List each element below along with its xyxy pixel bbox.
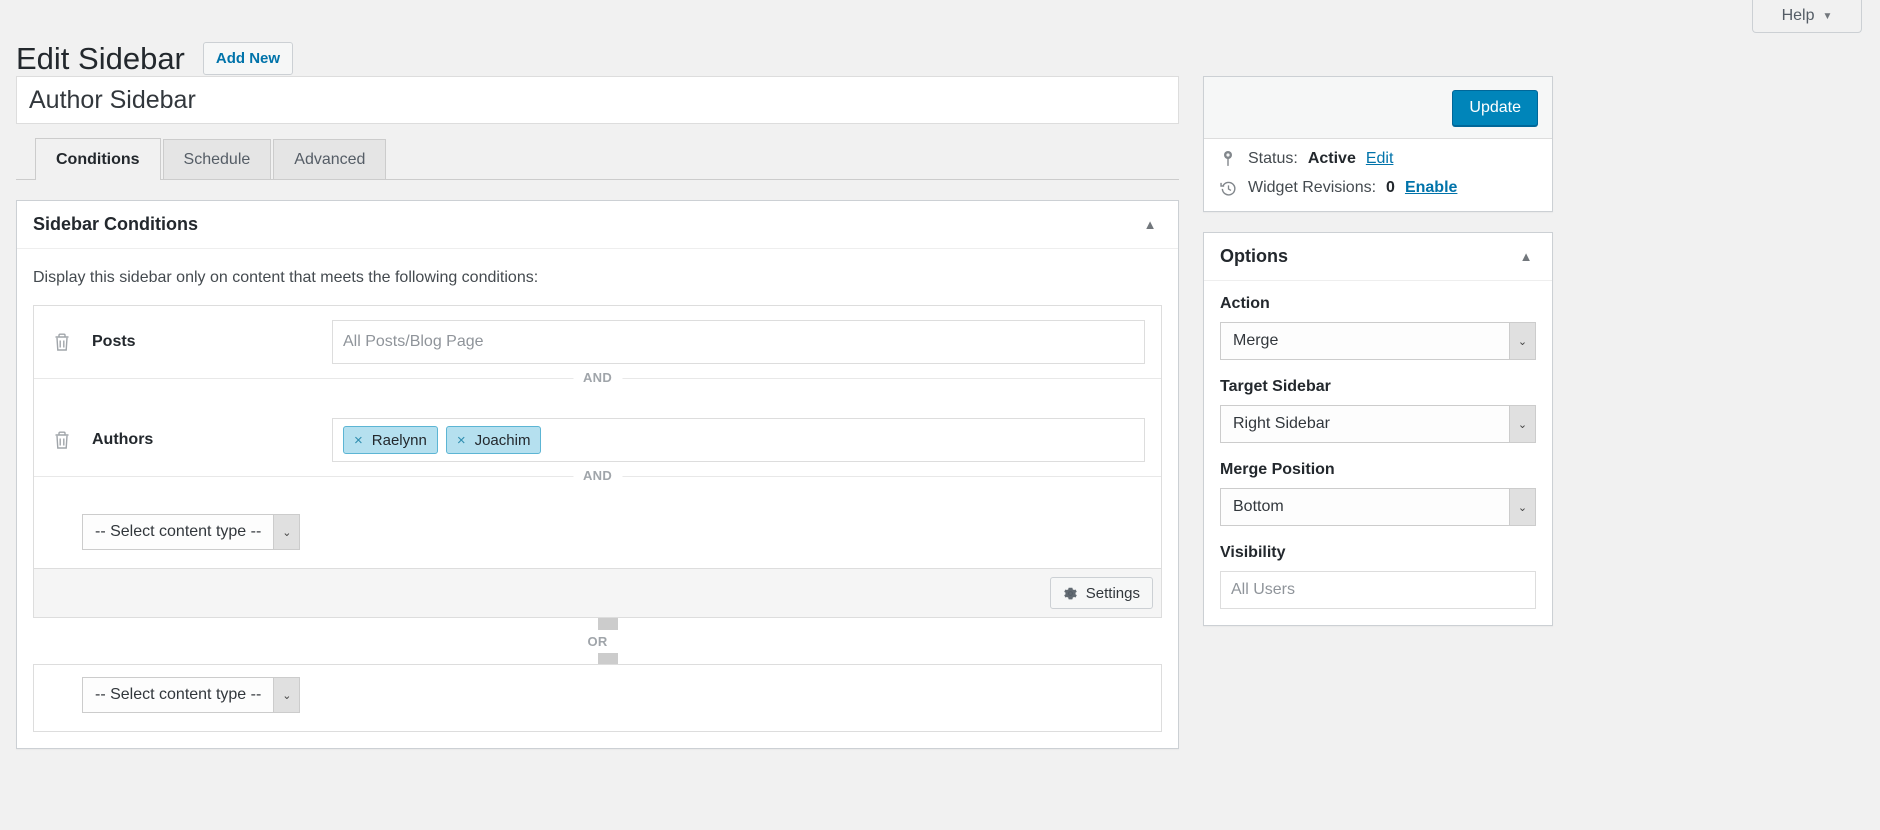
condition-group-footer: Settings xyxy=(34,568,1161,617)
chip-label: Raelynn xyxy=(372,432,427,449)
condition-group: -- Select content type -- ⌄ xyxy=(33,664,1162,732)
option-label-target-sidebar: Target Sidebar xyxy=(1220,378,1536,396)
option-field-target-sidebar: Target Sidebar Right Sidebar ⌄ xyxy=(1220,378,1536,443)
settings-button-label: Settings xyxy=(1086,585,1140,602)
target-sidebar-select-value: Right Sidebar xyxy=(1221,406,1509,442)
condition-row-posts: Posts All Posts/Blog Page xyxy=(34,306,1161,378)
options-panel: Options ▲ Action Merge ⌄ Target Sidebar … xyxy=(1203,232,1553,626)
and-separator: AND xyxy=(34,378,1161,404)
condition-label-posts: Posts xyxy=(92,333,332,351)
main-column: Conditions Schedule Advanced Sidebar Con… xyxy=(16,76,1179,749)
triangle-up-icon[interactable]: ▲ xyxy=(1136,211,1164,239)
trash-icon[interactable] xyxy=(50,428,74,452)
help-tab-label: Help xyxy=(1782,7,1815,25)
revisions-row: Widget Revisions: 0 Enable xyxy=(1204,168,1552,211)
status-row: Status: Active Edit xyxy=(1204,139,1552,168)
options-panel-header[interactable]: Options ▲ xyxy=(1204,233,1552,281)
revisions-enable-link[interactable]: Enable xyxy=(1405,179,1457,197)
content-type-select-row: -- Select content type -- ⌄ xyxy=(34,665,1161,731)
status-value: Active xyxy=(1308,150,1356,168)
conditions-intro-text: Display this sidebar only on content tha… xyxy=(33,269,1162,287)
target-sidebar-select[interactable]: Right Sidebar ⌄ xyxy=(1220,405,1536,443)
add-new-button[interactable]: Add New xyxy=(203,42,293,75)
options-panel-body: Action Merge ⌄ Target Sidebar Right Side… xyxy=(1204,281,1552,625)
chevron-down-icon: ⌄ xyxy=(1509,323,1535,359)
author-chip[interactable]: × Raelynn xyxy=(343,426,438,454)
tab-conditions-label: Conditions xyxy=(56,151,140,169)
options-heading: Options xyxy=(1220,246,1288,267)
chip-remove-icon[interactable]: × xyxy=(354,433,363,448)
option-field-merge-position: Merge Position Bottom ⌄ xyxy=(1220,461,1536,526)
sidebar-conditions-body: Display this sidebar only on content tha… xyxy=(17,249,1178,748)
condition-field-posts[interactable]: All Posts/Blog Page xyxy=(332,320,1145,364)
or-label: OR xyxy=(577,630,617,653)
option-field-action: Action Merge ⌄ xyxy=(1220,295,1536,360)
chevron-down-icon: ⌄ xyxy=(1509,489,1535,525)
clock-revision-icon xyxy=(1218,180,1238,197)
content-type-select-value: -- Select content type -- xyxy=(83,678,273,712)
chip-remove-icon[interactable]: × xyxy=(457,433,466,448)
sidebar-title-field[interactable] xyxy=(16,76,1179,124)
chevron-down-icon: ⌄ xyxy=(273,678,299,712)
publish-actions: Update xyxy=(1204,77,1552,139)
chip-label: Joachim xyxy=(475,432,531,449)
content-type-select[interactable]: -- Select content type -- ⌄ xyxy=(82,677,300,713)
revisions-value: 0 xyxy=(1386,179,1395,197)
publish-panel: Update Status: Active Edit xyxy=(1203,76,1553,212)
or-divider: OR xyxy=(33,618,1162,664)
status-prefix: Status: xyxy=(1248,150,1298,168)
gear-icon xyxy=(1063,586,1078,601)
condition-group: Posts All Posts/Blog Page AND xyxy=(33,305,1162,618)
option-field-visibility: Visibility All Users xyxy=(1220,544,1536,609)
status-edit-link[interactable]: Edit xyxy=(1366,150,1394,168)
condition-label-authors: Authors xyxy=(92,431,332,449)
trash-icon[interactable] xyxy=(50,330,74,354)
settings-button[interactable]: Settings xyxy=(1050,577,1153,609)
content-type-select-value: -- Select content type -- xyxy=(83,515,273,549)
condition-row-authors: Authors × Raelynn × Joachim xyxy=(34,404,1161,476)
side-column: Update Status: Active Edit xyxy=(1203,76,1553,646)
merge-position-select-value: Bottom xyxy=(1221,489,1509,525)
and-label: AND xyxy=(573,370,622,385)
tab-conditions[interactable]: Conditions xyxy=(35,138,161,180)
option-label-merge-position: Merge Position xyxy=(1220,461,1536,479)
chevron-down-icon: ⌄ xyxy=(273,515,299,549)
content-type-select-row: -- Select content type -- ⌄ xyxy=(34,502,1161,568)
condition-field-authors[interactable]: × Raelynn × Joachim xyxy=(332,418,1145,462)
pin-icon xyxy=(1218,150,1238,168)
option-label-action: Action xyxy=(1220,295,1536,313)
and-separator: AND xyxy=(34,476,1161,502)
revisions-prefix: Widget Revisions: xyxy=(1248,179,1376,197)
tab-advanced-label: Advanced xyxy=(294,151,365,169)
merge-position-select[interactable]: Bottom ⌄ xyxy=(1220,488,1536,526)
triangle-up-icon[interactable]: ▲ xyxy=(1512,243,1540,271)
tab-schedule-label: Schedule xyxy=(184,151,251,169)
sidebar-conditions-panel: Sidebar Conditions ▲ Display this sideba… xyxy=(16,200,1179,749)
action-select-value: Merge xyxy=(1221,323,1509,359)
visibility-input[interactable]: All Users xyxy=(1220,571,1536,609)
action-select[interactable]: Merge ⌄ xyxy=(1220,322,1536,360)
visibility-value: All Users xyxy=(1231,581,1295,599)
sidebar-conditions-heading: Sidebar Conditions xyxy=(33,214,198,235)
option-label-visibility: Visibility xyxy=(1220,544,1536,562)
condition-field-posts-placeholder: All Posts/Blog Page xyxy=(343,333,484,351)
author-chip[interactable]: × Joachim xyxy=(446,426,542,454)
tab-schedule[interactable]: Schedule xyxy=(163,139,272,179)
sidebar-conditions-header[interactable]: Sidebar Conditions ▲ xyxy=(17,201,1178,249)
tab-advanced[interactable]: Advanced xyxy=(273,139,386,179)
help-tab[interactable]: Help ▼ xyxy=(1752,0,1862,33)
update-button[interactable]: Update xyxy=(1452,90,1538,126)
and-label: AND xyxy=(573,468,622,483)
chevron-down-icon: ⌄ xyxy=(1509,406,1535,442)
page-title: Edit Sidebar xyxy=(16,39,185,79)
tab-bar: Conditions Schedule Advanced xyxy=(16,139,1179,180)
sidebar-title-input[interactable] xyxy=(27,84,1168,116)
chevron-down-icon: ▼ xyxy=(1823,11,1833,22)
content-type-select[interactable]: -- Select content type -- ⌄ xyxy=(82,514,300,550)
